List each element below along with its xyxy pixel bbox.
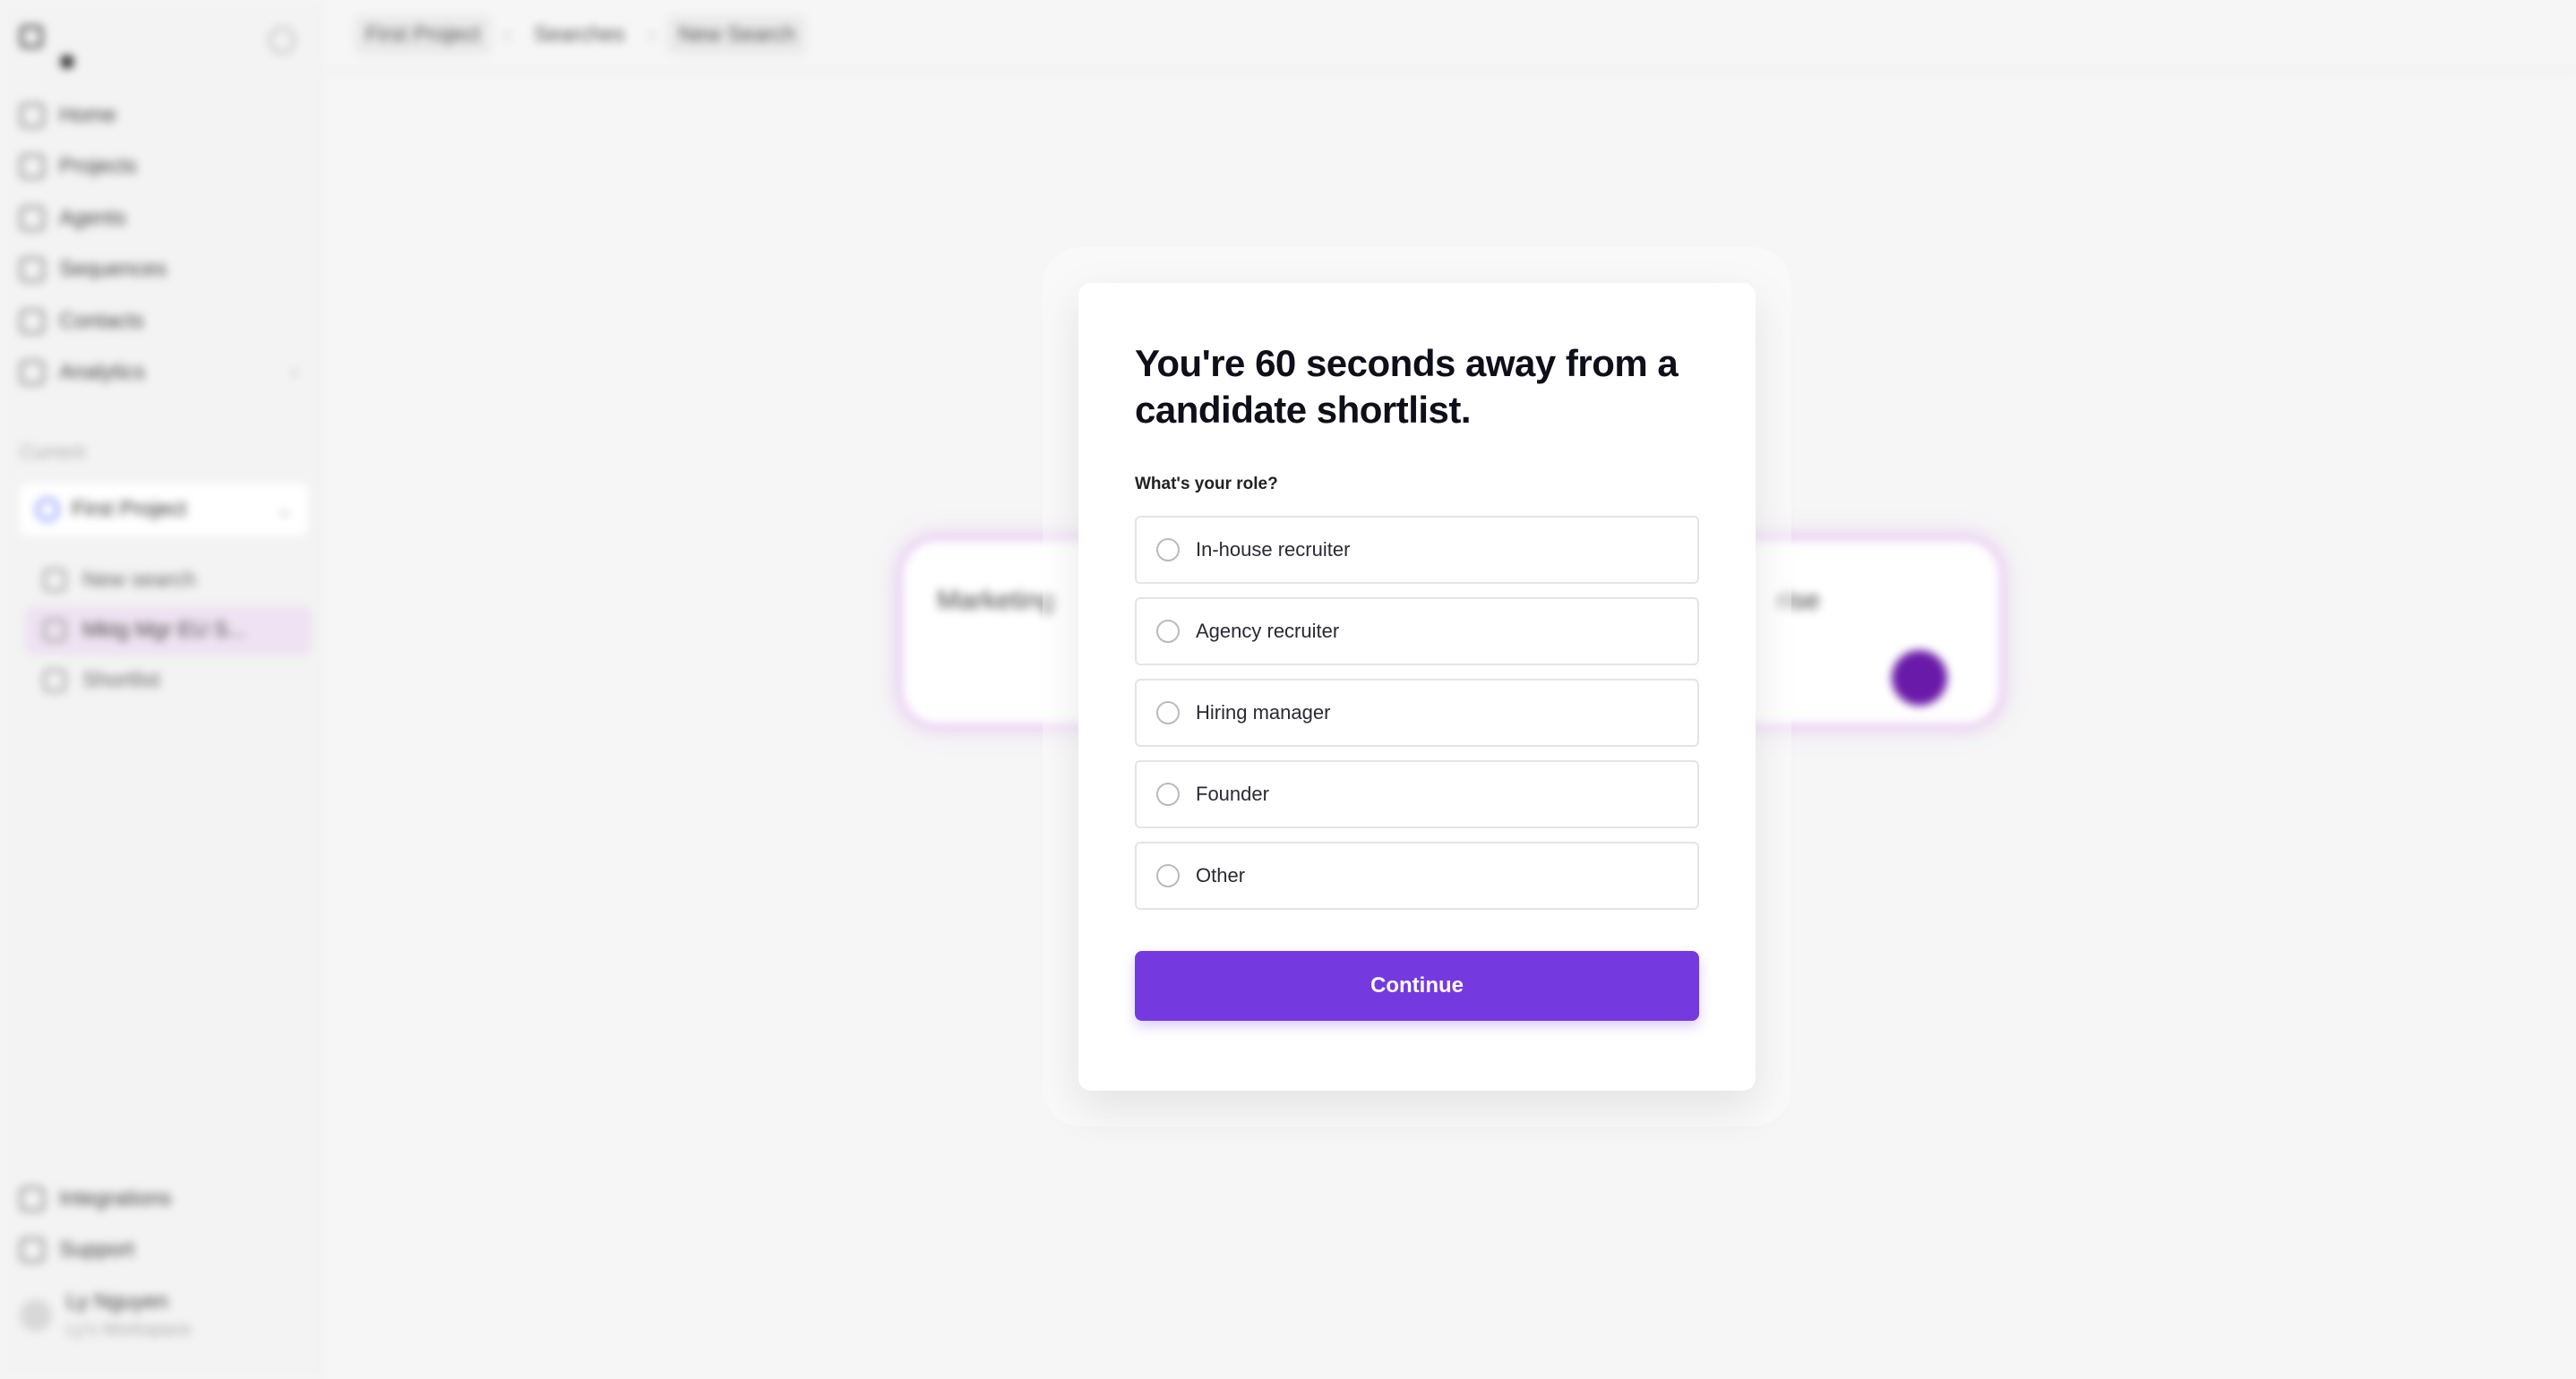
- integrations-icon: [20, 1186, 45, 1212]
- project-icon: [36, 498, 59, 521]
- role-option-founder[interactable]: Founder: [1135, 760, 1699, 828]
- sequence-icon: [20, 257, 45, 283]
- option-label: Agency recruiter: [1196, 620, 1340, 642]
- role-options: In-house recruiter Agency recruiter Hiri…: [1135, 516, 1699, 910]
- nav-item-integrations[interactable]: Integrations: [0, 1173, 321, 1225]
- nav-item-projects[interactable]: Projects: [0, 141, 321, 193]
- role-option-other[interactable]: Other: [1135, 842, 1699, 910]
- modal-title: You're 60 seconds away from a candidate …: [1135, 342, 1679, 431]
- project-sub-list: New search Mktg Mgr EU S... Shortlist: [25, 555, 312, 706]
- nav-item-home[interactable]: Home: [0, 90, 321, 141]
- sub-item-new-search[interactable]: New search: [25, 555, 312, 605]
- nav-item-sequences[interactable]: Sequences: [0, 244, 321, 296]
- user-profile[interactable]: Ly Nguyen Ly's Workspace: [20, 1289, 191, 1340]
- plus-icon: [43, 569, 66, 592]
- option-label: In-house recruiter: [1196, 538, 1351, 561]
- role-question: What's your role?: [1135, 475, 1278, 493]
- breadcrumb-separator: ›: [503, 22, 511, 47]
- project-name: First Project: [72, 497, 187, 521]
- search-icon: [43, 619, 66, 642]
- breadcrumb-searches[interactable]: Searches: [523, 15, 635, 55]
- nav-item-support[interactable]: Support: [0, 1225, 321, 1277]
- support-icon: [20, 1238, 45, 1263]
- bottom-nav: Integrations Support: [0, 1173, 321, 1276]
- chevron-right-icon: ›: [291, 362, 297, 382]
- search-query-text: Marketing: [937, 586, 1055, 615]
- send-button[interactable]: [1892, 650, 1947, 706]
- sub-item-search[interactable]: Mktg Mgr EU S...: [25, 605, 312, 655]
- analytics-icon: [20, 360, 45, 386]
- app-logo: [20, 25, 73, 68]
- main-nav: Home Projects Agents Sequences Contacts …: [0, 90, 321, 398]
- breadcrumb: First Project › Searches › New Search: [322, 0, 2576, 72]
- user-name: Ly Nguyen: [66, 1289, 168, 1314]
- project-selector[interactable]: First Project ⌄: [20, 484, 308, 535]
- option-label: Founder: [1196, 783, 1269, 805]
- home-icon: [20, 102, 45, 128]
- section-label: Current: [20, 441, 86, 463]
- avatar: [20, 1298, 52, 1332]
- sidebar: Home Projects Agents Sequences Contacts …: [0, 0, 321, 1379]
- collapse-sidebar-icon[interactable]: [269, 27, 296, 54]
- radio-button[interactable]: [1156, 864, 1180, 887]
- chevron-down-icon: ⌄: [277, 500, 292, 520]
- contacts-icon: [20, 308, 45, 334]
- option-label: Hiring manager: [1196, 701, 1331, 724]
- radio-button[interactable]: [1156, 620, 1180, 643]
- radio-button[interactable]: [1156, 538, 1180, 561]
- nav-item-contacts[interactable]: Contacts: [0, 296, 321, 347]
- radio-button[interactable]: [1156, 701, 1180, 724]
- radio-button[interactable]: [1156, 783, 1180, 806]
- search-query-text-end: rise: [1776, 586, 1820, 615]
- role-option-in-house-recruiter[interactable]: In-house recruiter: [1135, 516, 1699, 584]
- option-label: Other: [1196, 864, 1246, 886]
- breadcrumb-project[interactable]: First Project: [355, 15, 492, 55]
- role-option-agency-recruiter[interactable]: Agency recruiter: [1135, 597, 1699, 665]
- breadcrumb-separator: ›: [648, 22, 656, 47]
- agent-icon: [20, 205, 45, 231]
- role-modal: You're 60 seconds away from a candidate …: [1078, 283, 1756, 1091]
- folder-icon: [20, 154, 45, 180]
- nav-item-agents[interactable]: Agents: [0, 193, 321, 244]
- user-workspace: Ly's Workspace: [66, 1320, 192, 1340]
- breadcrumb-current: New Search: [667, 15, 807, 55]
- role-option-hiring-manager[interactable]: Hiring manager: [1135, 679, 1699, 747]
- continue-button[interactable]: Continue: [1135, 951, 1699, 1021]
- nav-item-analytics[interactable]: Analytics ›: [0, 347, 321, 399]
- list-icon: [43, 669, 66, 692]
- sub-item-shortlist[interactable]: Shortlist: [25, 655, 312, 706]
